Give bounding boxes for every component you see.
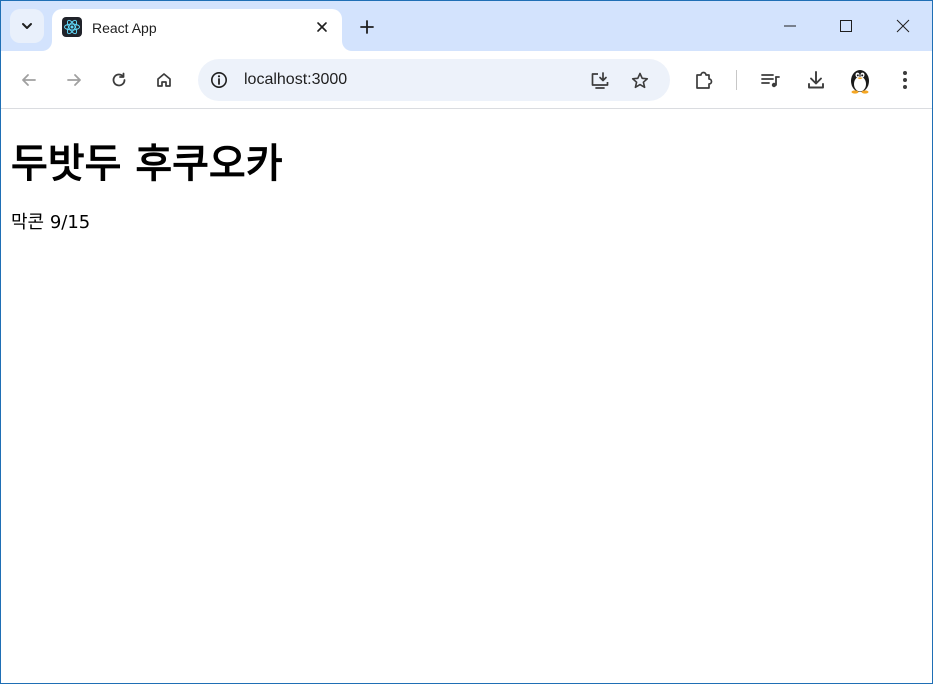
close-icon bbox=[317, 22, 327, 32]
playlist-music-icon bbox=[759, 69, 781, 91]
browser-window: React App localhost:3000 두밧두 후쿠오카 막콘 9/1… bbox=[0, 0, 933, 684]
download-icon bbox=[805, 69, 827, 91]
bookmark-star-icon[interactable] bbox=[626, 67, 654, 95]
tab-search-button[interactable] bbox=[10, 9, 44, 43]
toolbar-divider bbox=[736, 70, 737, 90]
penguin-avatar-icon bbox=[847, 66, 873, 94]
profile-avatar-button[interactable] bbox=[844, 64, 876, 96]
minimize-button[interactable] bbox=[761, 1, 819, 51]
tab-strip: React App bbox=[1, 1, 932, 51]
plus-icon bbox=[359, 19, 375, 35]
site-info-icon[interactable] bbox=[207, 68, 231, 92]
close-window-button[interactable] bbox=[874, 1, 932, 51]
media-controls-button[interactable] bbox=[754, 64, 786, 96]
close-icon bbox=[895, 18, 911, 34]
forward-button[interactable] bbox=[58, 64, 90, 96]
active-tab[interactable]: React App bbox=[52, 9, 342, 51]
home-button[interactable] bbox=[148, 64, 180, 96]
page-heading: 두밧두 후쿠오카 bbox=[11, 141, 283, 187]
maximize-button[interactable] bbox=[817, 1, 875, 51]
page-content: 두밧두 후쿠오카 막콘 9/15 bbox=[1, 110, 932, 683]
url-text[interactable]: localhost:3000 bbox=[244, 71, 347, 89]
home-icon bbox=[155, 71, 173, 89]
tab-title: React App bbox=[92, 20, 157, 36]
close-tab-button[interactable] bbox=[312, 17, 332, 37]
browser-menu-button[interactable] bbox=[889, 64, 921, 96]
arrow-right-icon bbox=[65, 71, 83, 89]
more-vertical-icon bbox=[902, 70, 908, 90]
extensions-button[interactable] bbox=[688, 64, 720, 96]
new-tab-button[interactable] bbox=[353, 13, 381, 41]
react-logo-icon bbox=[62, 17, 82, 37]
install-app-icon[interactable] bbox=[586, 67, 614, 95]
minimize-icon bbox=[783, 19, 797, 33]
address-bar[interactable]: localhost:3000 bbox=[198, 59, 670, 101]
browser-toolbar: localhost:3000 bbox=[1, 51, 932, 109]
maximize-icon bbox=[839, 19, 853, 33]
page-text: 막콘 9/15 bbox=[11, 212, 91, 233]
back-button[interactable] bbox=[13, 64, 45, 96]
reload-button[interactable] bbox=[103, 64, 135, 96]
reload-icon bbox=[110, 71, 128, 89]
arrow-left-icon bbox=[20, 71, 38, 89]
downloads-button[interactable] bbox=[800, 64, 832, 96]
puzzle-icon bbox=[693, 69, 715, 91]
chevron-down-icon bbox=[20, 19, 34, 33]
